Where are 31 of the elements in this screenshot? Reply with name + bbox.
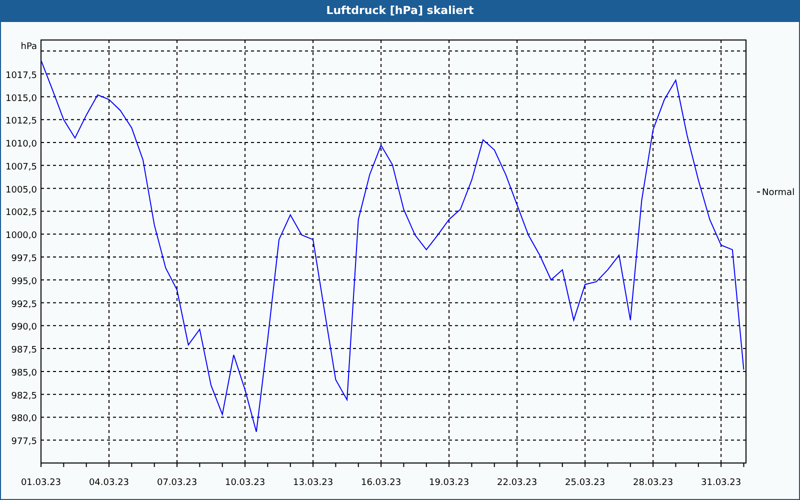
x-tick-label: 28.03.23	[633, 478, 674, 488]
y-tick-label: 1000,0	[6, 231, 37, 242]
x-tick-label: 22.03.23	[497, 478, 538, 488]
x-tick-label: 07.03.23	[156, 478, 198, 488]
window-title: Luftdruck [hPa] skaliert	[325, 2, 475, 19]
y-tick-label: 977,5	[11, 437, 37, 448]
y-tick-label: 992,5	[11, 300, 37, 310]
x-tick-label: 25.03.23	[565, 478, 606, 488]
normal-label: Normal	[762, 188, 795, 198]
x-tick-label: 13.03.23	[292, 478, 334, 488]
y-tick-label: 1012,5	[6, 116, 37, 127]
y-tick-label: 995,0	[11, 276, 37, 287]
y-tick-label: 1007,5	[6, 162, 37, 172]
y-tick-label: 1010,0	[6, 140, 37, 150]
x-tick-label: 04.03.23	[88, 478, 130, 488]
x-tick-label: 16.03.23	[361, 478, 402, 488]
x-tick-label: 31.03.23	[701, 478, 742, 488]
y-tick-label: 985,0	[11, 368, 37, 378]
x-tick-label: 10.03.23	[224, 478, 266, 488]
y-tick-label: 1017,5	[6, 70, 37, 81]
y-tick-label: 997,5	[11, 254, 37, 264]
y-tick-label: 1002,5	[6, 208, 37, 218]
y-tick-label: 1015,0	[6, 94, 37, 104]
y-tick-label: 987,5	[11, 346, 37, 356]
y-tick-label: 1005,0	[6, 185, 37, 196]
y-tick-label: 980,0	[11, 414, 37, 424]
x-tick-label: 01.03.23	[20, 478, 62, 488]
axis-unit-label: hPa	[20, 42, 37, 52]
x-tick-label: 19.03.23	[429, 478, 470, 488]
y-tick-label: 990,0	[11, 322, 37, 333]
y-tick-label: 982,5	[11, 391, 37, 402]
